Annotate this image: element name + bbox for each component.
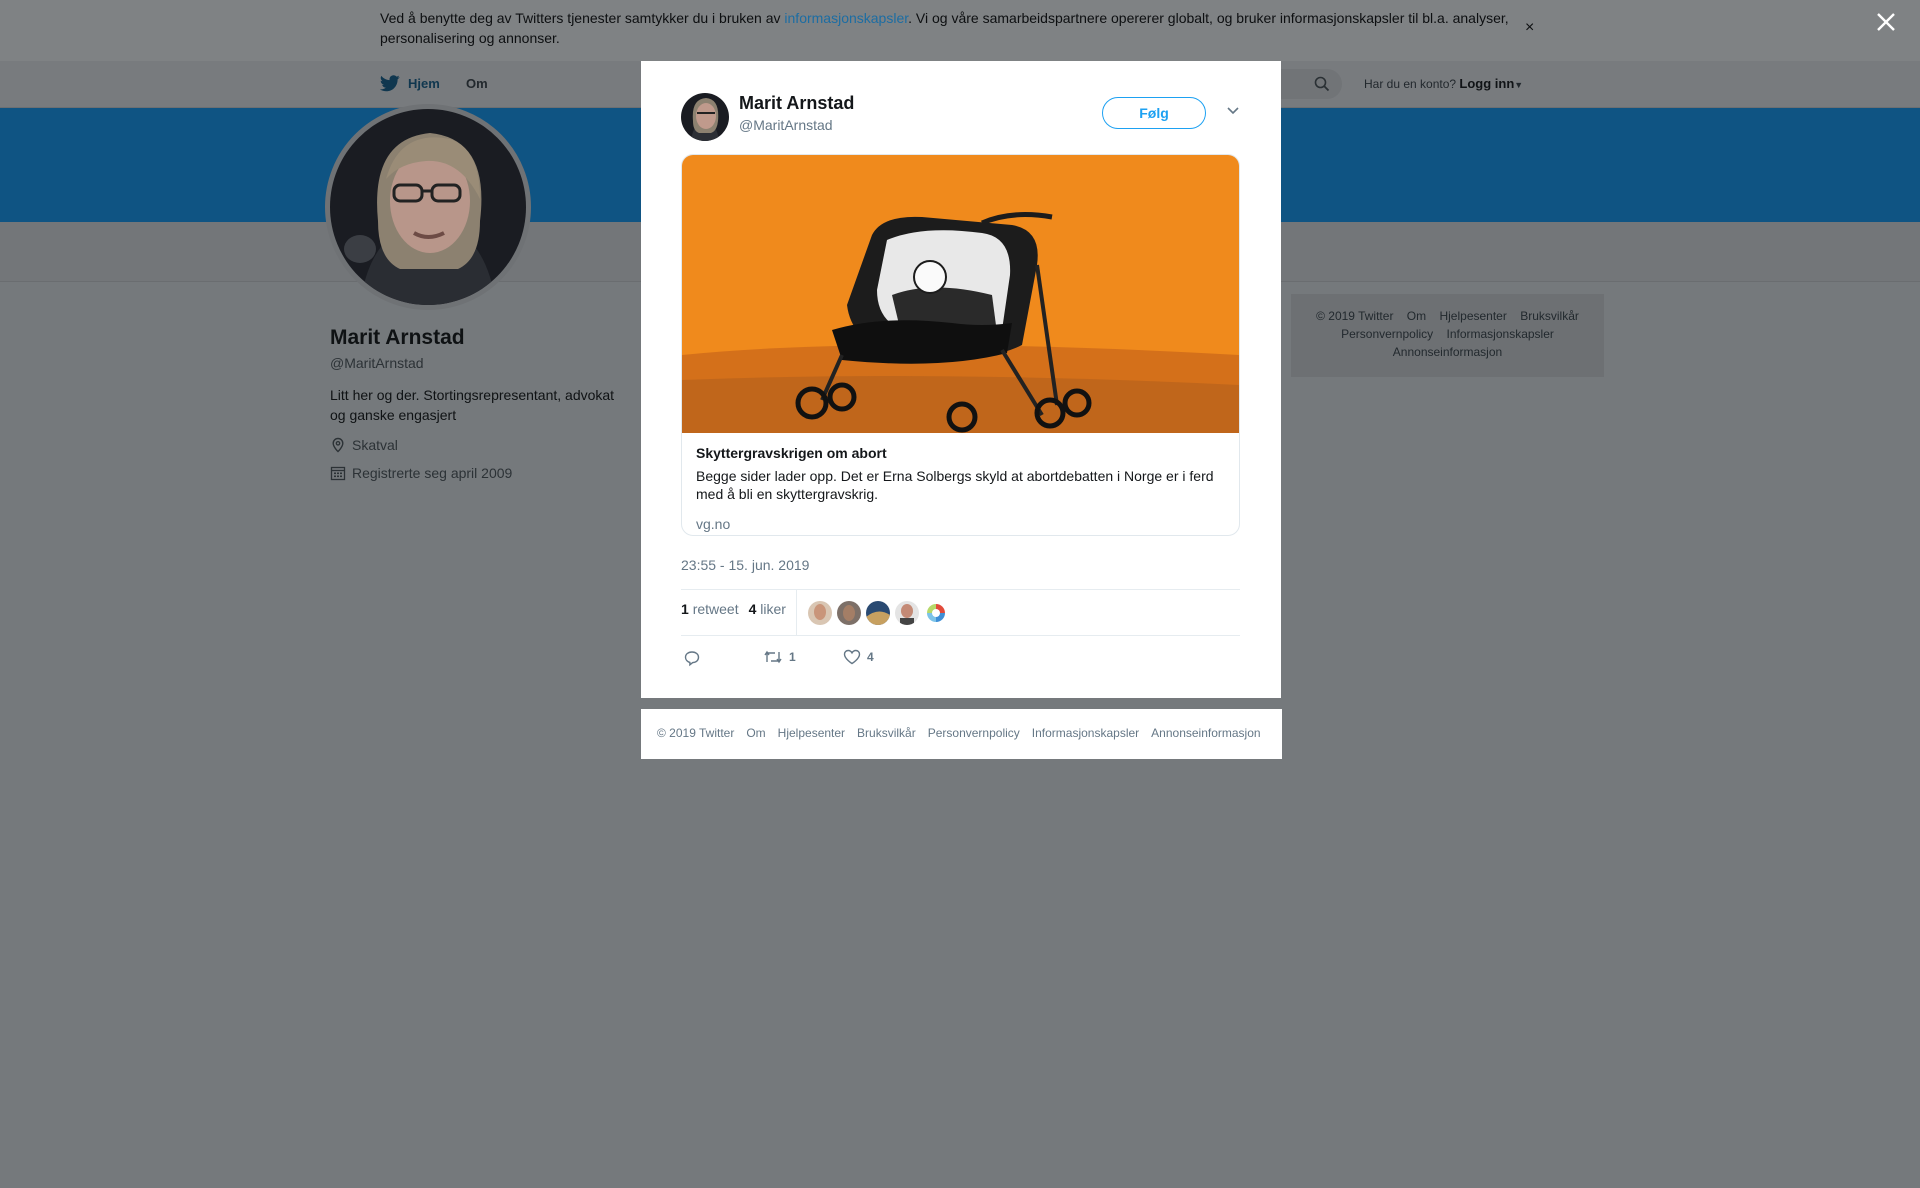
cookie-text: Ved å benytte deg av Twitters tjenester …: [380, 8, 1520, 48]
close-icon[interactable]: [1874, 10, 1898, 34]
tweet-stats: 1 retweet 4 liker: [681, 601, 786, 617]
retweet-label: retweet: [692, 601, 739, 617]
card-title: Skyttergravskrigen om abort: [696, 445, 887, 461]
reply-button[interactable]: [683, 649, 701, 667]
liker-avatar[interactable]: [924, 601, 948, 625]
divider: [681, 635, 1240, 636]
calendar-icon: [330, 466, 346, 481]
profile-avatar[interactable]: [325, 104, 531, 310]
modal-footer-copyright: © 2019 Twitter: [657, 726, 735, 740]
card-image: [682, 155, 1239, 433]
search-icon[interactable]: [1314, 76, 1330, 92]
like-stat[interactable]: 4 liker: [749, 601, 786, 617]
follow-button[interactable]: Følg: [1102, 97, 1206, 129]
retweet-count: 1: [681, 601, 689, 617]
chevron-down-icon[interactable]: [1226, 106, 1240, 116]
nav-about-link[interactable]: Om: [466, 76, 488, 91]
retweet-button[interactable]: 1: [763, 649, 796, 665]
modal-footer: © 2019 Twitter Om Hjelpesenter Bruksvilk…: [641, 709, 1282, 759]
tweet-timestamp[interactable]: 23:55 - 15. jun. 2019: [681, 557, 809, 573]
nav-home-label: Hjem: [408, 76, 440, 91]
cookie-policy-link[interactable]: informasjonskapsler: [784, 10, 908, 26]
profile-bio: Litt her og der. Stortingsrepresentant, …: [330, 387, 615, 423]
footer-link-about[interactable]: Om: [1407, 309, 1426, 323]
retweet-stat[interactable]: 1 retweet: [681, 601, 739, 617]
liker-avatar[interactable]: [895, 601, 919, 625]
like-count: 4: [748, 601, 757, 617]
footer-copyright: © 2019 Twitter: [1316, 309, 1394, 323]
likers-avatars: [808, 601, 948, 625]
cookie-close-button[interactable]: ×: [1525, 18, 1534, 38]
twitter-bird-icon: [380, 75, 400, 92]
profile-name: Marit Arnstad: [330, 326, 465, 349]
login-prompt: Har du en konto?: [1364, 77, 1457, 91]
modal-footer-link-ads[interactable]: Annonseinformasjon: [1151, 726, 1260, 740]
nav-home-link[interactable]: Hjem: [380, 75, 440, 92]
sidebar-footer: © 2019 Twitter Om Hjelpesenter Bruksvilk…: [1291, 294, 1604, 377]
card-domain: vg.no: [696, 516, 731, 532]
footer-link-ads[interactable]: Annonseinformasjon: [1393, 345, 1502, 359]
tweet-author-handle[interactable]: @MaritArnstad: [739, 117, 833, 133]
liker-avatar[interactable]: [866, 601, 890, 625]
like-action-count: 4: [867, 650, 874, 664]
login-link[interactable]: Logg inn: [1459, 76, 1514, 91]
card-description: Begge sider lader opp. Det er Erna Solbe…: [696, 468, 1214, 502]
tweet-author-avatar[interactable]: [681, 93, 729, 141]
liker-avatar[interactable]: [837, 601, 861, 625]
retweet-action-count: 1: [789, 650, 796, 664]
footer-link-cookies[interactable]: Informasjonskapsler: [1447, 327, 1554, 341]
footer-link-help[interactable]: Hjelpesenter: [1439, 309, 1506, 323]
modal-footer-link-cookies[interactable]: Informasjonskapsler: [1032, 726, 1139, 740]
modal-footer-link-privacy[interactable]: Personvernpolicy: [928, 726, 1020, 740]
profile-handle: @MaritArnstad: [330, 355, 424, 371]
tweet-author-name[interactable]: Marit Arnstad: [739, 93, 854, 114]
divider: [796, 590, 797, 636]
caret-down-icon[interactable]: ▼: [1514, 80, 1523, 90]
profile-join-date: Registrerte seg april 2009: [330, 465, 512, 481]
tweet-modal: Marit Arnstad @MaritArnstad Følg Skytter…: [641, 61, 1281, 698]
link-card[interactable]: Skyttergravskrigen om abort Begge sider …: [681, 154, 1240, 536]
like-button[interactable]: 4: [843, 649, 874, 665]
location-pin-icon: [332, 437, 344, 453]
liker-avatar[interactable]: [808, 601, 832, 625]
heart-icon: [843, 649, 861, 665]
modal-footer-link-terms[interactable]: Bruksvilkår: [857, 726, 916, 740]
reply-icon: [684, 651, 700, 667]
modal-footer-link-help[interactable]: Hjelpesenter: [778, 726, 845, 740]
cookie-consent-bar: Ved å benytte deg av Twitters tjenester …: [0, 0, 1920, 61]
modal-footer-link-about[interactable]: Om: [746, 726, 765, 740]
join-date-label: Registrerte seg april 2009: [352, 465, 513, 481]
footer-link-terms[interactable]: Bruksvilkår: [1520, 309, 1579, 323]
cookie-text-before: Ved å benytte deg av Twitters tjenester …: [380, 10, 785, 26]
profile-location: Skatval: [330, 437, 398, 453]
login-area: Har du en konto? Logg inn▼: [1364, 76, 1523, 91]
footer-link-privacy[interactable]: Personvernpolicy: [1341, 327, 1433, 341]
retweet-icon: [764, 650, 782, 664]
location-label: Skatval: [352, 437, 398, 453]
like-label: liker: [760, 601, 786, 617]
divider: [681, 589, 1240, 590]
